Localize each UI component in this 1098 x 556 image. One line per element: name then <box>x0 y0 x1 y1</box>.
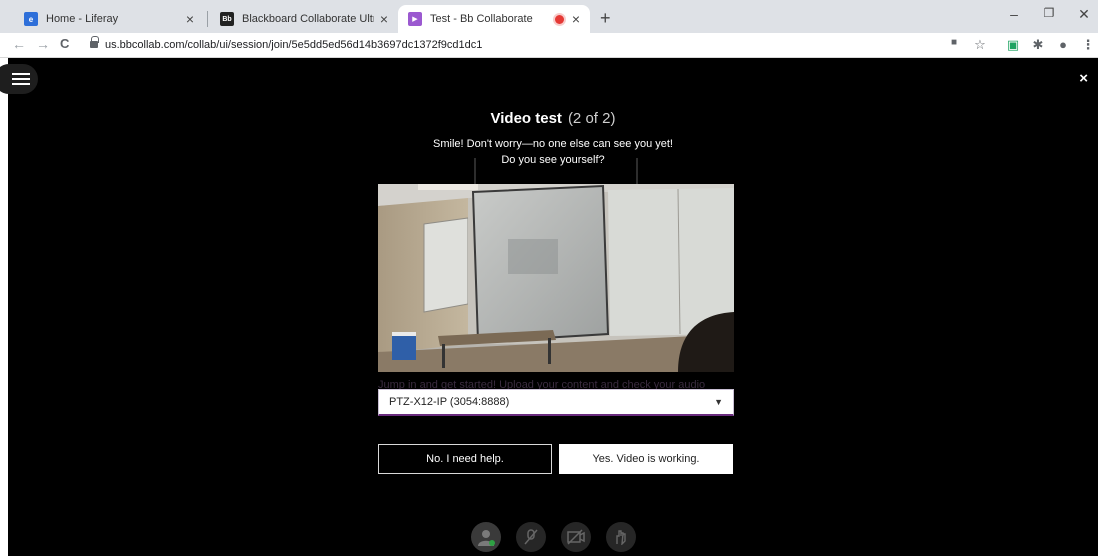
no-need-help-button[interactable]: No. I need help. <box>378 444 552 474</box>
camera-select[interactable]: PTZ-X12-IP (3054:8888) ▼ <box>378 389 734 416</box>
avatar-icon <box>478 530 495 546</box>
collaborate-session: × Video test (2 of 2) Smile! Don't worry—… <box>0 58 1098 556</box>
close-tab-icon[interactable]: × <box>572 11 580 27</box>
tab-blackboard-collaborate-ultra[interactable]: Bb Blackboard Collaborate Ultra – 1 × <box>210 5 398 33</box>
more-icon[interactable]: ⋮ <box>1079 37 1097 53</box>
close-window-button[interactable]: ✕ <box>1074 6 1094 23</box>
camera-off-icon <box>567 529 585 545</box>
microphone-muted-icon <box>524 529 538 545</box>
collaborate-icon: ▶ <box>408 12 422 26</box>
microphone-button[interactable] <box>516 522 546 552</box>
dialog-title-text: Video test <box>490 110 562 127</box>
yes-video-working-button[interactable]: Yes. Video is working. <box>559 444 733 474</box>
menu-line <box>12 78 30 80</box>
tab-separator <box>207 11 208 27</box>
browser-toolbar: ← → C us.bbcollab.com/collab/ui/session/… <box>0 33 1098 58</box>
pocket-icon[interactable]: ▣ <box>1004 37 1022 53</box>
avatar-status-button[interactable] <box>471 522 501 552</box>
back-button[interactable]: ← <box>12 36 26 52</box>
star-icon[interactable]: ☆ <box>971 37 989 53</box>
dialog-subtitle-line2: Do you see yourself? <box>501 154 605 166</box>
address-bar[interactable]: us.bbcollab.com/collab/ui/session/join/5… <box>105 39 482 51</box>
camera-preview <box>378 184 734 372</box>
extensions-icon[interactable]: ✱ <box>1029 37 1047 53</box>
tab-title: Blackboard Collaborate Ultra – 1 <box>242 13 374 25</box>
tab-test-bb-collaborate[interactable]: ▶ Test - Bb Collaborate × <box>398 5 590 33</box>
raise-hand-button[interactable] <box>606 522 636 552</box>
lock-icon <box>90 36 99 49</box>
camera-button[interactable] <box>561 522 591 552</box>
restore-button[interactable]: ❐ <box>1039 6 1059 20</box>
close-tab-icon[interactable]: × <box>380 11 388 27</box>
camera-preview-image <box>378 184 734 372</box>
blackboard-icon: Bb <box>220 12 234 26</box>
profile-icon[interactable]: ● <box>1054 37 1072 52</box>
menu-line <box>12 73 30 75</box>
forward-button[interactable]: → <box>36 36 50 52</box>
camera-select-value: PTZ-X12-IP (3054:8888) <box>389 396 510 408</box>
dialog-subtitle-line1: Smile! Don't worry—no one else can see y… <box>433 138 673 150</box>
tab-title: Home - Liferay <box>46 13 119 25</box>
dialog-title: Video test (2 of 2) <box>8 110 1098 127</box>
recording-icon <box>554 14 564 24</box>
reload-button[interactable]: C <box>60 36 69 51</box>
browser-tab-strip: e Home - Liferay × Bb Blackboard Collabo… <box>0 0 1098 33</box>
liferay-icon: e <box>24 12 38 26</box>
close-tab-icon[interactable]: × <box>186 11 194 27</box>
chevron-down-icon: ▼ <box>714 397 723 407</box>
session-menu-button[interactable] <box>0 64 38 94</box>
menu-line <box>12 83 30 85</box>
tab-title: Test - Bb Collaborate <box>430 13 533 25</box>
video-camera-icon[interactable]: ■ <box>945 37 963 48</box>
tab-home-liferay[interactable]: e Home - Liferay × <box>14 5 204 33</box>
session-controls <box>8 520 1098 556</box>
raise-hand-icon <box>616 530 626 545</box>
dialog-step: (2 of 2) <box>567 110 616 127</box>
minimize-button[interactable]: – <box>1004 6 1024 22</box>
new-tab-button[interactable]: + <box>600 8 611 29</box>
close-dialog-icon[interactable]: × <box>1079 70 1088 87</box>
